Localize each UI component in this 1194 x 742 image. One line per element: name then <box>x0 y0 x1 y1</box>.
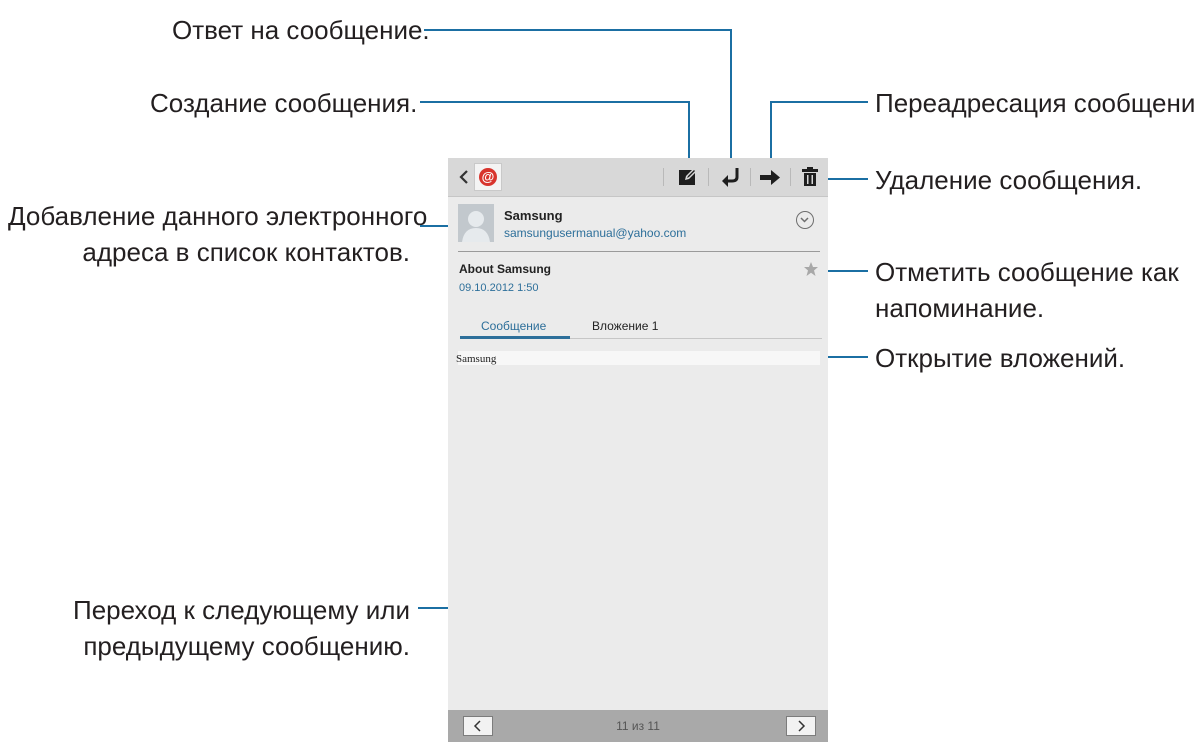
leader-compose-v <box>688 101 690 163</box>
message-body-area <box>458 351 820 365</box>
message-body: Samsung <box>456 353 497 365</box>
callout-reply: Ответ на сообщение. <box>172 15 430 45</box>
toolbar-divider <box>663 168 664 186</box>
callout-add-contact: Добавление данного электронного адреса в… <box>8 198 428 270</box>
callout-mark-reminder: Отметить сообщение как напоминание. <box>875 254 1179 326</box>
leader-reply-v <box>730 29 732 163</box>
header-divider <box>458 251 820 252</box>
callout-add-contact-line1: Добавление данного электронного <box>8 201 428 231</box>
sender-name: Samsung <box>504 208 563 223</box>
message-date: 09.10.2012 1:50 <box>459 282 539 294</box>
callout-mark-line1: Отметить сообщение как <box>875 257 1179 287</box>
person-silhouette-icon <box>462 211 490 242</box>
toolbar-divider <box>750 168 751 186</box>
sender-header: Samsung samsungusermanual@yahoo.com <box>458 204 818 252</box>
navigation-bar: 11 из 11 <box>448 710 828 742</box>
leader-reply-h <box>424 29 732 31</box>
callout-compose: Создание сообщения. <box>150 88 418 118</box>
toolbar-divider <box>790 168 791 186</box>
toolbar-divider <box>708 168 709 186</box>
callout-open-attachments: Открытие вложений. <box>875 343 1126 373</box>
message-counter: 11 из 11 <box>616 719 660 733</box>
leader-forward-h <box>770 101 868 103</box>
reply-icon[interactable] <box>718 165 742 189</box>
message-subject: About Samsung <box>459 262 551 276</box>
callout-navigate-line1: Переход к следующему или <box>73 595 410 625</box>
callout-forward: Переадресация сообщения. <box>875 88 1194 118</box>
star-icon[interactable] <box>803 261 819 277</box>
trash-icon[interactable] <box>798 165 822 189</box>
email-app-icon[interactable]: @ <box>474 163 502 191</box>
chevron-down-icon <box>800 217 809 223</box>
action-bar: @ <box>448 158 828 197</box>
sender-email: samsungusermanual@yahoo.com <box>504 226 687 240</box>
callout-add-contact-line2: адреса в список контактов. <box>82 237 410 267</box>
tab-divider <box>570 338 822 339</box>
expand-details-button[interactable] <box>796 211 814 229</box>
callout-navigate-line2: предыдущему сообщению. <box>83 631 410 661</box>
tab-message[interactable]: Сообщение <box>481 319 546 333</box>
leader-forward-v <box>770 101 772 163</box>
contact-avatar[interactable] <box>458 204 494 242</box>
leader-compose-h <box>420 101 690 103</box>
tab-attachment[interactable]: Вложение 1 <box>592 319 658 333</box>
at-sign-icon: @ <box>479 168 497 186</box>
active-tab-indicator <box>460 336 570 339</box>
next-message-button[interactable] <box>786 716 816 736</box>
email-screen: @ Samsung samsungusermanual@yahoo.com Ab… <box>448 158 828 742</box>
forward-icon[interactable] <box>758 165 782 189</box>
callout-delete: Удаление сообщения. <box>875 165 1143 195</box>
callout-mark-line2: напоминание. <box>875 293 1045 323</box>
compose-icon[interactable] <box>676 165 700 189</box>
back-chevron-icon[interactable] <box>457 168 471 186</box>
callout-navigate: Переход к следующему или предыдущему соо… <box>60 592 410 664</box>
chevron-right-icon <box>798 720 806 732</box>
